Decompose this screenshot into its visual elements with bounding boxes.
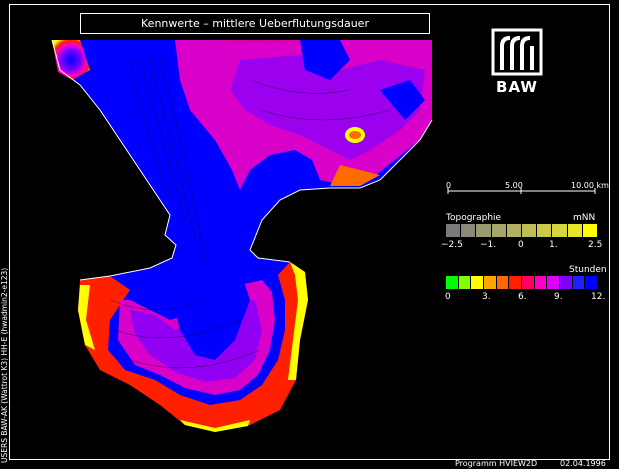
footer-program: Programm HVIEW2D xyxy=(455,459,538,468)
duration-swatch-0 xyxy=(446,276,459,289)
scale-label-0: 0 xyxy=(446,181,452,190)
duration-swatch-8 xyxy=(547,276,561,289)
topography-color-scale xyxy=(446,224,599,237)
duration-swatch-9 xyxy=(560,276,573,289)
duration-swatch-7 xyxy=(534,276,548,289)
topography-tick-5: 2.5 xyxy=(588,240,603,250)
topography-tick-1: −2.5 xyxy=(441,240,463,250)
duration-tick-2: 3. xyxy=(482,292,491,302)
duration-color-scale xyxy=(446,276,599,289)
topography-swatch-8 xyxy=(567,224,583,237)
duration-swatch-11 xyxy=(585,276,599,289)
duration-swatch-1 xyxy=(458,276,472,289)
topography-swatch-9 xyxy=(582,224,599,237)
duration-tick-1: 0 xyxy=(445,292,451,302)
duration-legend-title: Stunden xyxy=(569,265,607,275)
footer-date: 02.04.1996 xyxy=(560,459,606,468)
duration-swatch-6 xyxy=(522,276,535,289)
side-metadata-text: USERS BAW-AK (Wattrot K3) HH-E (hwadmin2… xyxy=(0,267,9,463)
duration-swatch-5 xyxy=(509,276,523,289)
duration-tick-5: 12. xyxy=(591,292,606,302)
topography-swatch-3 xyxy=(491,224,507,237)
duration-swatch-3 xyxy=(484,276,497,289)
duration-swatch-4 xyxy=(496,276,510,289)
topography-swatch-7 xyxy=(552,224,568,237)
duration-swatch-2 xyxy=(471,276,485,289)
topography-legend-title: Topographie xyxy=(446,213,502,223)
duration-swatch-10 xyxy=(572,276,586,289)
topography-swatch-4 xyxy=(506,224,523,237)
topography-swatch-5 xyxy=(522,224,538,237)
topography-swatch-0 xyxy=(446,224,462,237)
topography-tick-4: 1. xyxy=(549,240,558,250)
topography-swatch-1 xyxy=(461,224,477,237)
topography-legend-unit: mNN xyxy=(573,213,596,223)
topography-tick-2: −1. xyxy=(480,240,497,250)
topography-tick-3: 0 xyxy=(518,240,524,250)
duration-tick-3: 6. xyxy=(518,292,527,302)
topography-swatch-2 xyxy=(476,224,492,237)
scale-label-5: 5.00 xyxy=(505,181,523,190)
logo-text: BAW xyxy=(496,78,538,96)
topography-swatch-6 xyxy=(537,224,553,237)
duration-tick-4: 9. xyxy=(554,292,563,302)
scale-label-10: 10.00 km xyxy=(571,181,609,190)
